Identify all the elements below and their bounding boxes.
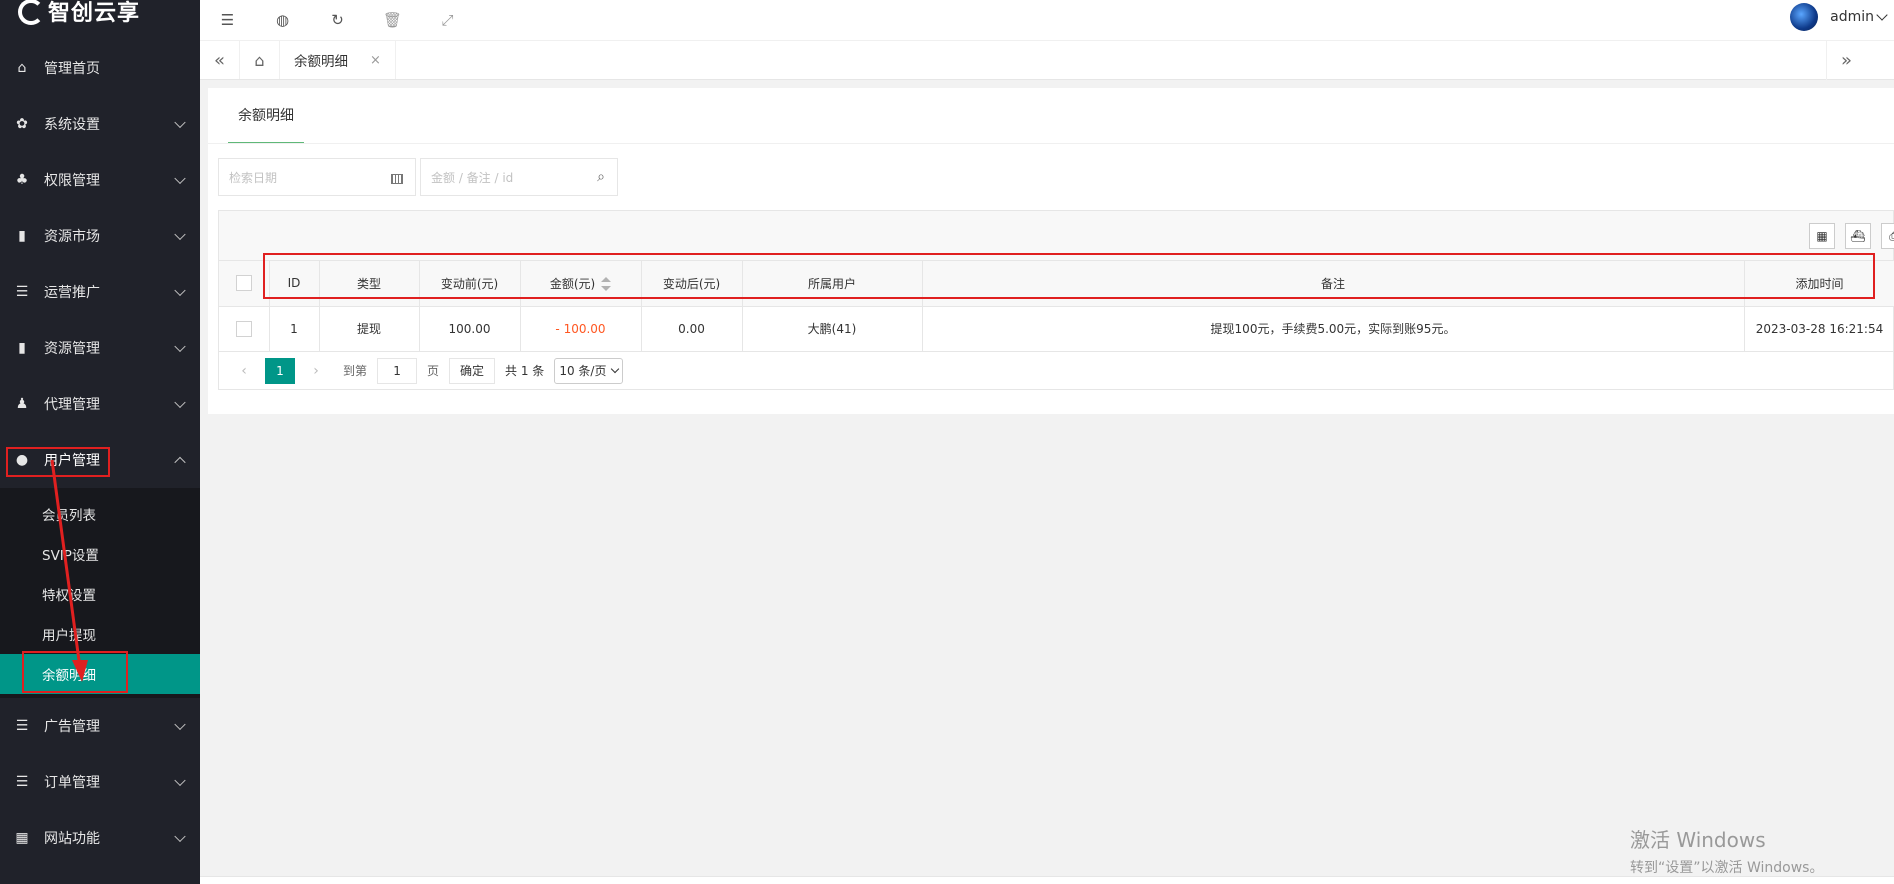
home-tab-icon[interactable]: ⌂ [240,41,280,79]
cell-amount: - 100.00 [520,306,642,352]
date-search-input[interactable]: 检索日期 [218,158,416,196]
cell-after: 0.00 [641,306,743,352]
chevron-down-icon [611,364,620,374]
row-select-cell[interactable] [219,306,270,352]
page-size-select[interactable]: 10 条/页 [554,357,624,384]
select-all-checkbox[interactable] [235,275,252,292]
row-checkbox[interactable] [235,320,252,337]
fullscreen-icon[interactable]: ⤢ [420,0,475,40]
avatar [1790,3,1819,31]
page-jump: 到第 1 页 [343,357,440,384]
current-page[interactable]: 1 [265,357,295,384]
print-icon[interactable]: ⎙ [1881,223,1894,249]
next-page-icon[interactable]: › [301,363,331,379]
collapse-menu-icon[interactable]: ☰ [200,0,255,40]
confirm-jump-button[interactable]: 确定 [449,357,496,384]
page-size-value: 10 条/页 [559,364,607,378]
main-card: 余额明细 检索日期 金额 / 备注 / id ⌕ ▦ ⛴ ⎙ ID 类型 变动前… [208,88,1894,414]
cell-id: 1 [269,306,320,352]
goto-label: 到第 [343,364,368,378]
chevron-down-icon [1876,9,1888,21]
tabs-scroll-left-icon[interactable]: « [200,41,240,79]
cell-type: 提现 [319,306,420,352]
user-menu[interactable]: admin [1790,3,1888,31]
date-placeholder: 检索日期 [229,170,278,185]
cell-before: 100.00 [419,306,521,352]
card-tab-balance-detail[interactable]: 余额明细 [228,88,304,144]
globe-icon[interactable]: ◍ [255,0,310,40]
windows-activation-watermark: 激活 Windows 转到“设置”以激活 Windows。 [1630,824,1823,877]
pagination: ‹ 1 › 到第 1 页 确定 共 1 条 10 条/页 [219,352,1893,390]
keyword-placeholder: 金额 / 备注 / id [431,170,514,185]
export-icon[interactable]: ⛴ [1845,223,1871,249]
page-jump-input[interactable]: 1 [377,357,418,384]
cell-remark: 提现100元，手续费5.00元，实际到账95元。 [922,306,1745,352]
prev-page-icon[interactable]: ‹ [229,363,259,379]
bottom-bar [200,876,1894,884]
page-unit-label: 页 [427,364,440,378]
calendar-icon [391,172,403,188]
watermark-line1: 激活 Windows [1630,828,1766,852]
tabs-bar: « ⌂ 余额明细 × » [200,40,1894,80]
search-icon[interactable]: ⌕ [597,169,605,185]
watermark-line2: 转到“设置”以激活 Windows。 [1630,860,1824,876]
table-row: 1 提现 100.00 - 100.00 0.00 大鹏(41) 提现100元，… [219,306,1894,352]
top-header: ☰ ◍ ↻ 🗑 ⤢ admin [200,0,1894,40]
data-table: ▦ ⛴ ⎙ ID 类型 变动前(元) 金额(元) 变动后(元) 所属用户 备注 [218,210,1894,390]
keyword-search-input[interactable]: 金额 / 备注 / id ⌕ [420,158,618,196]
tab-label: 余额明细 [294,54,348,70]
columns-filter-icon[interactable]: ▦ [1809,223,1835,249]
refresh-icon[interactable]: ↻ [310,0,365,40]
search-row: 检索日期 金额 / 备注 / id ⌕ [218,158,618,196]
trash-icon[interactable]: 🗑 [365,0,420,40]
username: admin [1830,9,1874,25]
annotation-box-table-header [263,253,1875,299]
tab-balance-detail[interactable]: 余额明细 × [280,41,396,79]
cell-time: 2023-03-28 16:21:54 [1744,306,1894,352]
total-count: 共 1 条 [505,364,545,378]
close-icon[interactable]: × [370,53,381,68]
divider [208,143,1894,144]
annotation-arrow [50,459,88,682]
tabs-scroll-right-icon[interactable]: » [1826,41,1866,80]
select-all-cell[interactable] [219,261,270,307]
cell-user: 大鹏(41) [742,306,923,352]
